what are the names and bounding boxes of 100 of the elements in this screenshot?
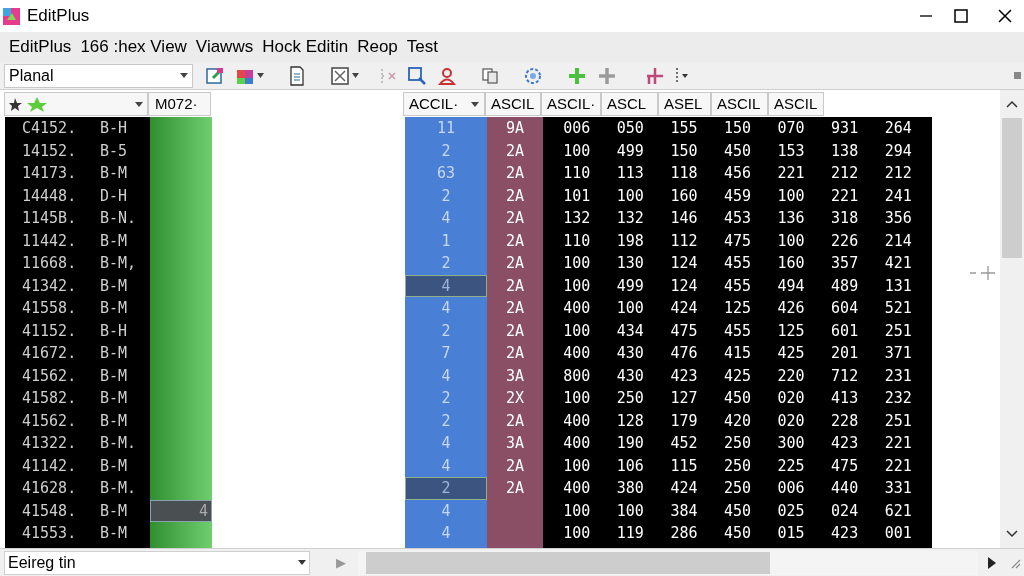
caret-icon[interactable] [180,73,188,78]
column-header[interactable]: M072· [148,92,211,116]
table-cell[interactable]: 2 [405,387,487,410]
menu-item[interactable]: Reop [357,34,398,60]
table-cell[interactable]: 4 [405,207,487,230]
code-text: B-M [100,388,128,409]
scroll-down-icon[interactable] [1006,530,1018,538]
code-text: B-H [100,118,128,139]
table-cell-text: 131 [883,275,913,297]
table-cell-text: 2A [504,343,526,364]
address-text: 41582. [22,388,78,409]
maximize-icon[interactable] [954,9,968,23]
column-header[interactable]: ASCIL [485,92,541,116]
table-cell-text: 100 [562,500,592,522]
play-button[interactable]: ▶ [336,552,346,573]
menu-item[interactable]: Viawws [195,34,254,60]
table-cell-text: 250 [615,388,645,409]
address-text: 41553. [22,523,78,544]
table-cell[interactable]: 2 [405,252,487,275]
table-cell[interactable]: 4 [405,297,487,320]
table-cell[interactable]: 2 [405,184,487,207]
table-cell-text: 264 [883,118,913,139]
menu-item[interactable]: EditPlus [9,34,72,60]
caret-icon[interactable] [135,101,143,107]
table-cell-text: 459 [722,185,753,207]
column-header[interactable]: ASCL [601,92,658,116]
menu-item[interactable]: Test [406,34,438,60]
dropdown-value: Eeireg tin [8,552,76,573]
table-cell-text: 100 [562,388,592,409]
table-cell[interactable]: 4 [405,499,487,522]
table-cell-text: 331 [883,478,913,499]
caret-icon[interactable] [471,101,479,107]
vertical-scrollbar[interactable] [1000,90,1024,548]
table-cell[interactable]: 4 [405,432,487,455]
menu-item[interactable]: Hock Editin [262,34,349,60]
table-cell-text: 020 [776,388,806,409]
scrollbar-thumb[interactable] [366,551,770,574]
table-cell-text: 070 [776,118,806,139]
table-cell-text: 357 [830,253,860,274]
table-cell[interactable]: 11 [405,117,487,140]
table-cell-text: 212 [830,163,860,184]
status-dropdown[interactable]: Eeireg tin [4,550,310,575]
code-text: B-M. [100,433,137,454]
table-cell[interactable]: 2 [405,319,487,342]
address-text: 41152. [22,320,78,342]
address-text: 14448. [22,185,78,207]
table-cell[interactable]: 63 [405,162,487,185]
crossed-box-icon[interactable] [330,65,350,86]
caret-icon[interactable] [298,560,306,565]
table-cell[interactable]: 2 [405,139,487,162]
horizontal-scrollbar[interactable] [358,550,978,575]
search-icon[interactable] [407,65,427,86]
filter-dropdown[interactable] [4,92,148,116]
table-cell[interactable]: 4 [405,364,487,387]
table-cell-text: 453 [722,208,753,229]
table-cell[interactable]: 2 [405,409,487,432]
table-cell-text: 228 [830,410,860,432]
table-cell-text: 118 [669,163,699,184]
caret-icon[interactable] [352,73,359,78]
scrollbar-thumb[interactable] [1002,118,1022,258]
close-icon[interactable] [998,9,1012,23]
table-cell-text: 125 [722,298,753,319]
column-header[interactable]: ASCIL· [541,92,601,116]
table-cell[interactable]: 2 [405,477,487,500]
table-cell[interactable]: 4 [405,454,487,477]
person-icon[interactable] [437,65,457,86]
table-cell[interactable]: 4 [405,274,487,297]
dropdown-caret-icon[interactable] [675,66,689,85]
table-cell-text: 001 [883,523,913,544]
code-text: B-M [100,455,128,477]
column-header[interactable]: ASEL [658,92,711,116]
table-cell-text: 2A [504,208,526,229]
table-cell[interactable]: 1 [405,229,487,252]
address-text: 41562. [22,410,78,432]
code-text: D-H [100,185,128,207]
column-header[interactable]: ASCIL [711,92,768,116]
code-text: B-5 [100,140,128,162]
scroll-up-icon[interactable] [1006,100,1018,108]
split-cross-icon[interactable] [645,65,665,86]
column-dropdown[interactable]: ACCIL· [403,92,485,116]
picture-edit-icon[interactable] [205,65,225,86]
table-cell-text: 2A [504,478,526,499]
caret-icon[interactable] [257,73,264,78]
copy-icon[interactable] [481,66,499,85]
code-text: B-M [100,410,128,432]
table-cell-text: 521 [883,298,913,319]
selected-cell[interactable]: 4 [150,499,212,522]
table-cell-text: 100 [615,500,645,522]
column-header[interactable]: ASCIL [768,92,824,116]
style-dropdown[interactable]: Planal [4,63,193,88]
menu-item[interactable]: 166 :hex View [80,34,187,60]
gear-icon[interactable] [523,65,543,86]
scroll-right-icon[interactable] [988,556,996,569]
table-cell[interactable]: 7 [405,342,487,365]
code-text: B-M [100,298,128,319]
toolbar-grip[interactable] [1014,72,1021,79]
table-cell[interactable]: 4 [405,522,487,545]
document-icon[interactable] [288,65,306,86]
table-cell-text: 112 [669,230,699,252]
table-cell-text: 127 [669,388,699,409]
